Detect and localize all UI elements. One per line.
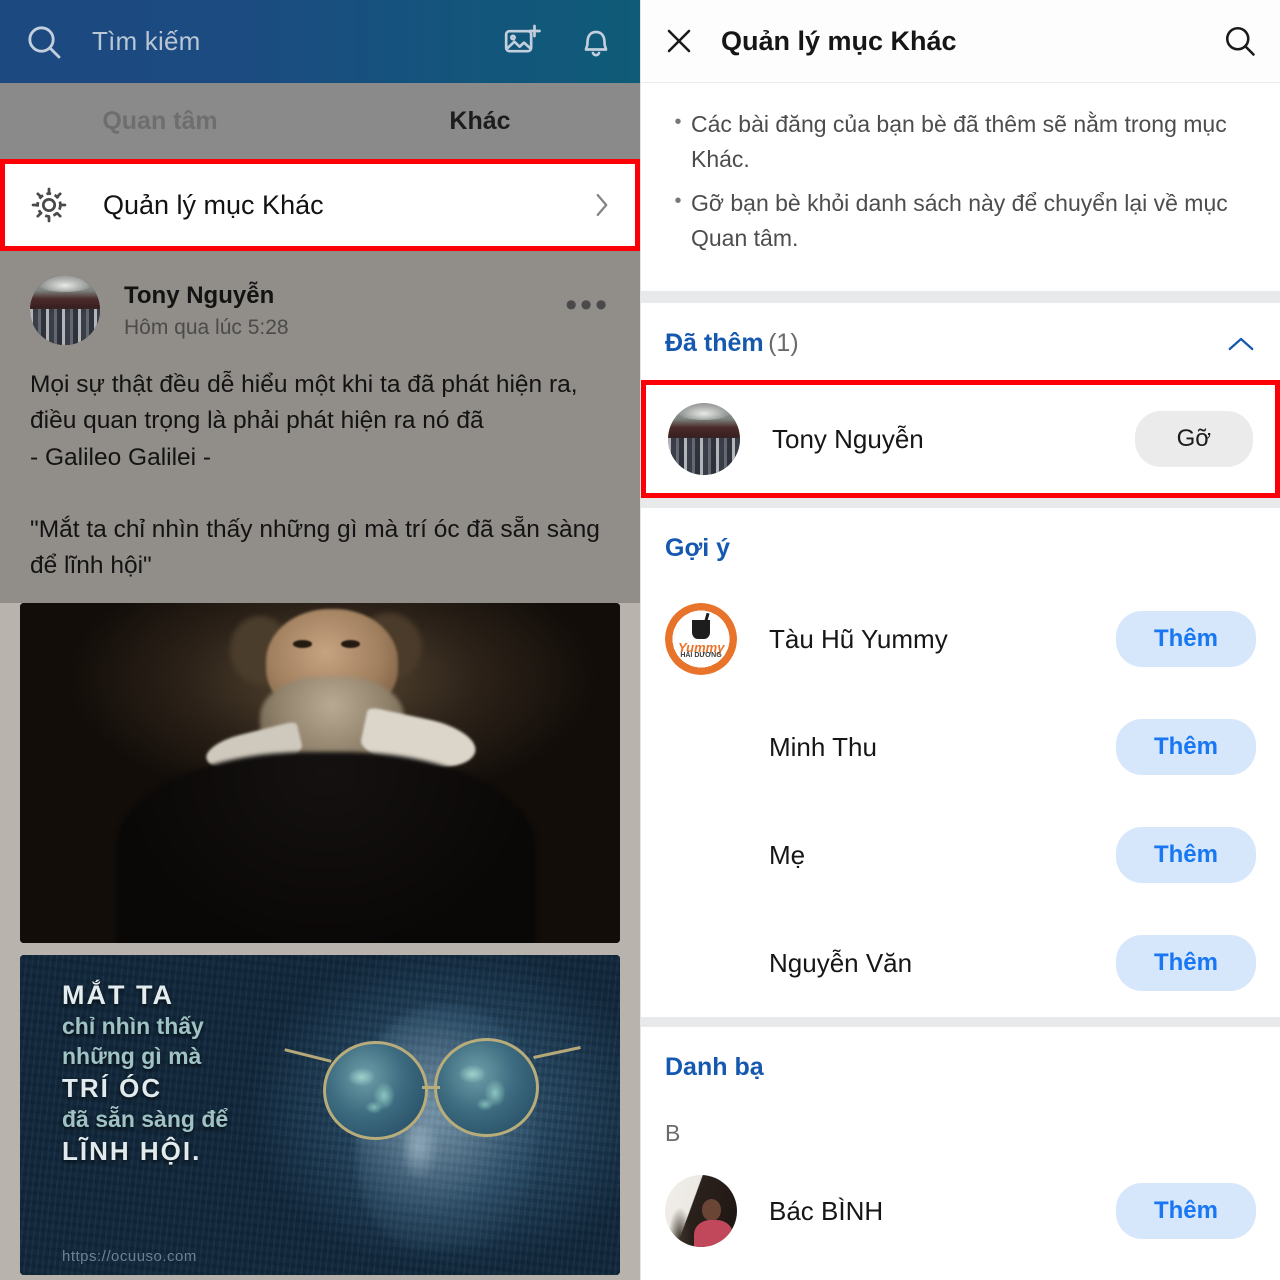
bullet-icon: • (674, 190, 682, 212)
avatar[interactable] (665, 1175, 737, 1247)
note-text: Gỡ bạn bè khỏi danh sách này để chuyển l… (691, 190, 1228, 251)
search-icon[interactable] (1222, 23, 1258, 59)
avatar[interactable] (665, 927, 737, 999)
quote-line-6: LĨNH HỘI. (62, 1135, 202, 1166)
table-row[interactable]: Yummy HẢI DƯƠNG Tàu Hũ Yummy Thêm (641, 585, 1280, 693)
table-row[interactable]: Bác BÌNH Thêm (641, 1157, 1280, 1265)
post-meta: Tony Nguyễn Hôm qua lúc 5:28 (124, 280, 565, 339)
list-item: • Gỡ bạn bè khỏi danh sách này để chuyển… (665, 186, 1256, 255)
post-image-galileo-portrait[interactable] (20, 602, 620, 943)
suggestion-name: Nguyễn Văn (769, 947, 913, 978)
bullet-icon: • (674, 111, 682, 133)
added-section-title: Đã thêm (665, 329, 764, 357)
quote-line-2: chỉ nhìn thấy (62, 1013, 204, 1040)
panel-description: • Các bài đăng của bạn bè đã thêm sẽ nằm… (641, 83, 1280, 291)
section-divider (641, 498, 1280, 508)
added-section-title-wrap: Đã thêm (1) (665, 329, 799, 358)
add-button[interactable]: Thêm (1115, 827, 1256, 883)
section-divider (641, 1017, 1280, 1027)
manage-other-row[interactable]: Quản lý mục Khác (0, 159, 640, 251)
chevron-right-icon (591, 188, 613, 222)
suggestions-section-header: Gợi ý (641, 508, 1280, 585)
gear-icon (27, 183, 71, 227)
section-divider (641, 291, 1280, 303)
table-row[interactable]: Tony Nguyễn Gỡ (641, 380, 1280, 498)
table-row[interactable]: Nguyễn Văn Thêm (641, 909, 1280, 1017)
post-body-text: Mọi sự thật đều dễ hiểu một khi ta đã ph… (30, 371, 600, 580)
quote-line-3: những gì mà (62, 1043, 202, 1070)
app-screenshot: Tìm kiếm Quan tâm Khác Quản lý mục Khác … (0, 0, 1280, 1280)
quote-line-5: đã sẵn sàng để (62, 1105, 229, 1132)
post-image-quote[interactable]: MẮT TA chỉ nhìn thấy những gì mà TRÍ ÓC … (20, 954, 620, 1275)
contacts-section-header: Danh bạ (641, 1027, 1280, 1104)
page-title: Quản lý mục Khác (721, 25, 957, 56)
add-button[interactable]: Thêm (1115, 719, 1256, 775)
contact-name: Bác BÌNH (769, 1195, 884, 1226)
bell-icon[interactable] (576, 22, 616, 62)
post-author[interactable]: Tony Nguyễn (124, 280, 565, 311)
post-header: Tony Nguyễn Hôm qua lúc 5:28 ••• (30, 275, 610, 345)
table-row[interactable]: Minh Thu Thêm (641, 693, 1280, 801)
post-more-options-icon[interactable]: ••• (565, 288, 610, 325)
contacts-section-title: Danh bạ (665, 1053, 764, 1081)
manage-other-label: Quản lý mục Khác (103, 189, 324, 220)
added-section-header[interactable]: Đã thêm (1) (641, 303, 1280, 380)
add-photo-icon[interactable] (502, 22, 542, 62)
manage-other-panel: Quản lý mục Khác • Các bài đăng của bạn … (640, 0, 1280, 1280)
add-button[interactable]: Thêm (1115, 935, 1256, 991)
add-button[interactable]: Thêm (1115, 1183, 1256, 1239)
panel-header: Quản lý mục Khác (641, 0, 1280, 83)
suggestion-name: Minh Thu (769, 731, 877, 762)
add-button[interactable]: Thêm (1115, 611, 1256, 667)
suggestions-section-title: Gợi ý (665, 534, 731, 562)
quote-overlay-text: MẮT TA chỉ nhìn thấy những gì mà TRÍ ÓC … (62, 980, 338, 1170)
avatar[interactable] (665, 819, 737, 891)
search-icon[interactable] (24, 22, 64, 62)
post-timestamp: Hôm qua lúc 5:28 (124, 315, 289, 339)
tab-khac[interactable]: Khác (320, 107, 640, 136)
top-search-bar: Tìm kiếm (0, 0, 640, 83)
list-item: • Các bài đăng của bạn bè đã thêm sẽ nằm… (665, 107, 1256, 176)
feed-post: Tony Nguyễn Hôm qua lúc 5:28 ••• Mọi sự … (0, 251, 640, 603)
post-media: MẮT TA chỉ nhìn thấy những gì mà TRÍ ÓC … (0, 602, 640, 1275)
avatar[interactable] (668, 403, 740, 475)
quote-line-4: TRÍ ÓC (62, 1072, 163, 1103)
suggestion-name: Mẹ (769, 839, 806, 870)
close-icon[interactable] (663, 25, 695, 57)
search-input[interactable]: Tìm kiếm (92, 26, 468, 57)
chevron-up-icon[interactable] (1226, 334, 1256, 354)
remove-button[interactable]: Gỡ (1134, 411, 1253, 467)
quote-line-1: MẮT TA (62, 980, 174, 1011)
contacts-letter-index: B (665, 1120, 681, 1146)
table-row[interactable]: Mẹ Thêm (641, 801, 1280, 909)
avatar[interactable] (30, 275, 100, 345)
feed-tabs: Quan tâm Khác (0, 83, 640, 159)
friend-name: Tony Nguyễn (772, 423, 924, 454)
left-feed-pane: Tìm kiếm Quan tâm Khác Quản lý mục Khác … (0, 0, 640, 1280)
avatar[interactable] (665, 711, 737, 783)
note-text: Các bài đăng của bạn bè đã thêm sẽ nằm t… (691, 111, 1227, 172)
image-watermark: https://ocuuso.com (62, 1247, 197, 1265)
tab-quan-tam[interactable]: Quan tâm (0, 107, 320, 136)
avatar[interactable]: Yummy HẢI DƯƠNG (665, 603, 737, 675)
suggestion-name: Tàu Hũ Yummy (769, 623, 948, 654)
added-section-count: (1) (768, 329, 799, 357)
